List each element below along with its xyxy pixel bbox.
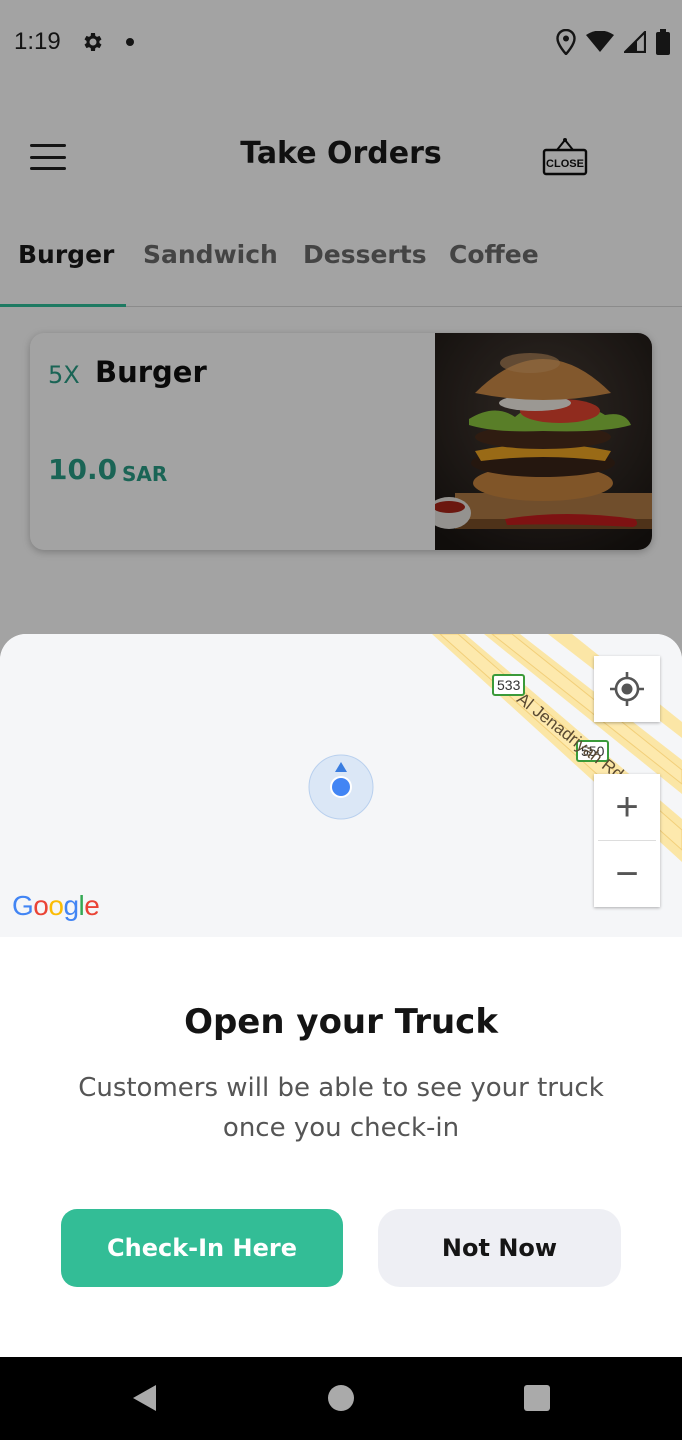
open-truck-sheet: 533 550 Al Jenadriyah Rd + − Google Open…	[0, 634, 682, 1357]
zoom-out-button[interactable]: −	[594, 841, 660, 907]
sheet-description: Customers will be able to see your truck…	[78, 1073, 604, 1143]
check-in-button[interactable]: Check-In Here	[61, 1209, 343, 1287]
my-location-button[interactable]	[594, 656, 660, 722]
crosshair-icon	[610, 672, 644, 706]
zoom-in-button[interactable]: +	[594, 774, 660, 840]
system-nav-bar	[0, 1357, 682, 1440]
app-screen: 1:19 Take Orders CLOSE Burger Sandwich D…	[0, 0, 682, 1357]
map-view[interactable]: 533 550 Al Jenadriyah Rd + − Google	[0, 634, 682, 937]
sheet-title: Open your Truck	[184, 1002, 498, 1042]
not-now-button[interactable]: Not Now	[378, 1209, 621, 1287]
home-icon[interactable]	[328, 1385, 354, 1411]
google-logo: Google	[12, 890, 100, 921]
current-location-marker-icon	[308, 754, 374, 820]
back-icon[interactable]	[130, 1383, 158, 1413]
zoom-controls: + −	[594, 774, 660, 907]
recent-apps-icon[interactable]	[524, 1385, 550, 1411]
